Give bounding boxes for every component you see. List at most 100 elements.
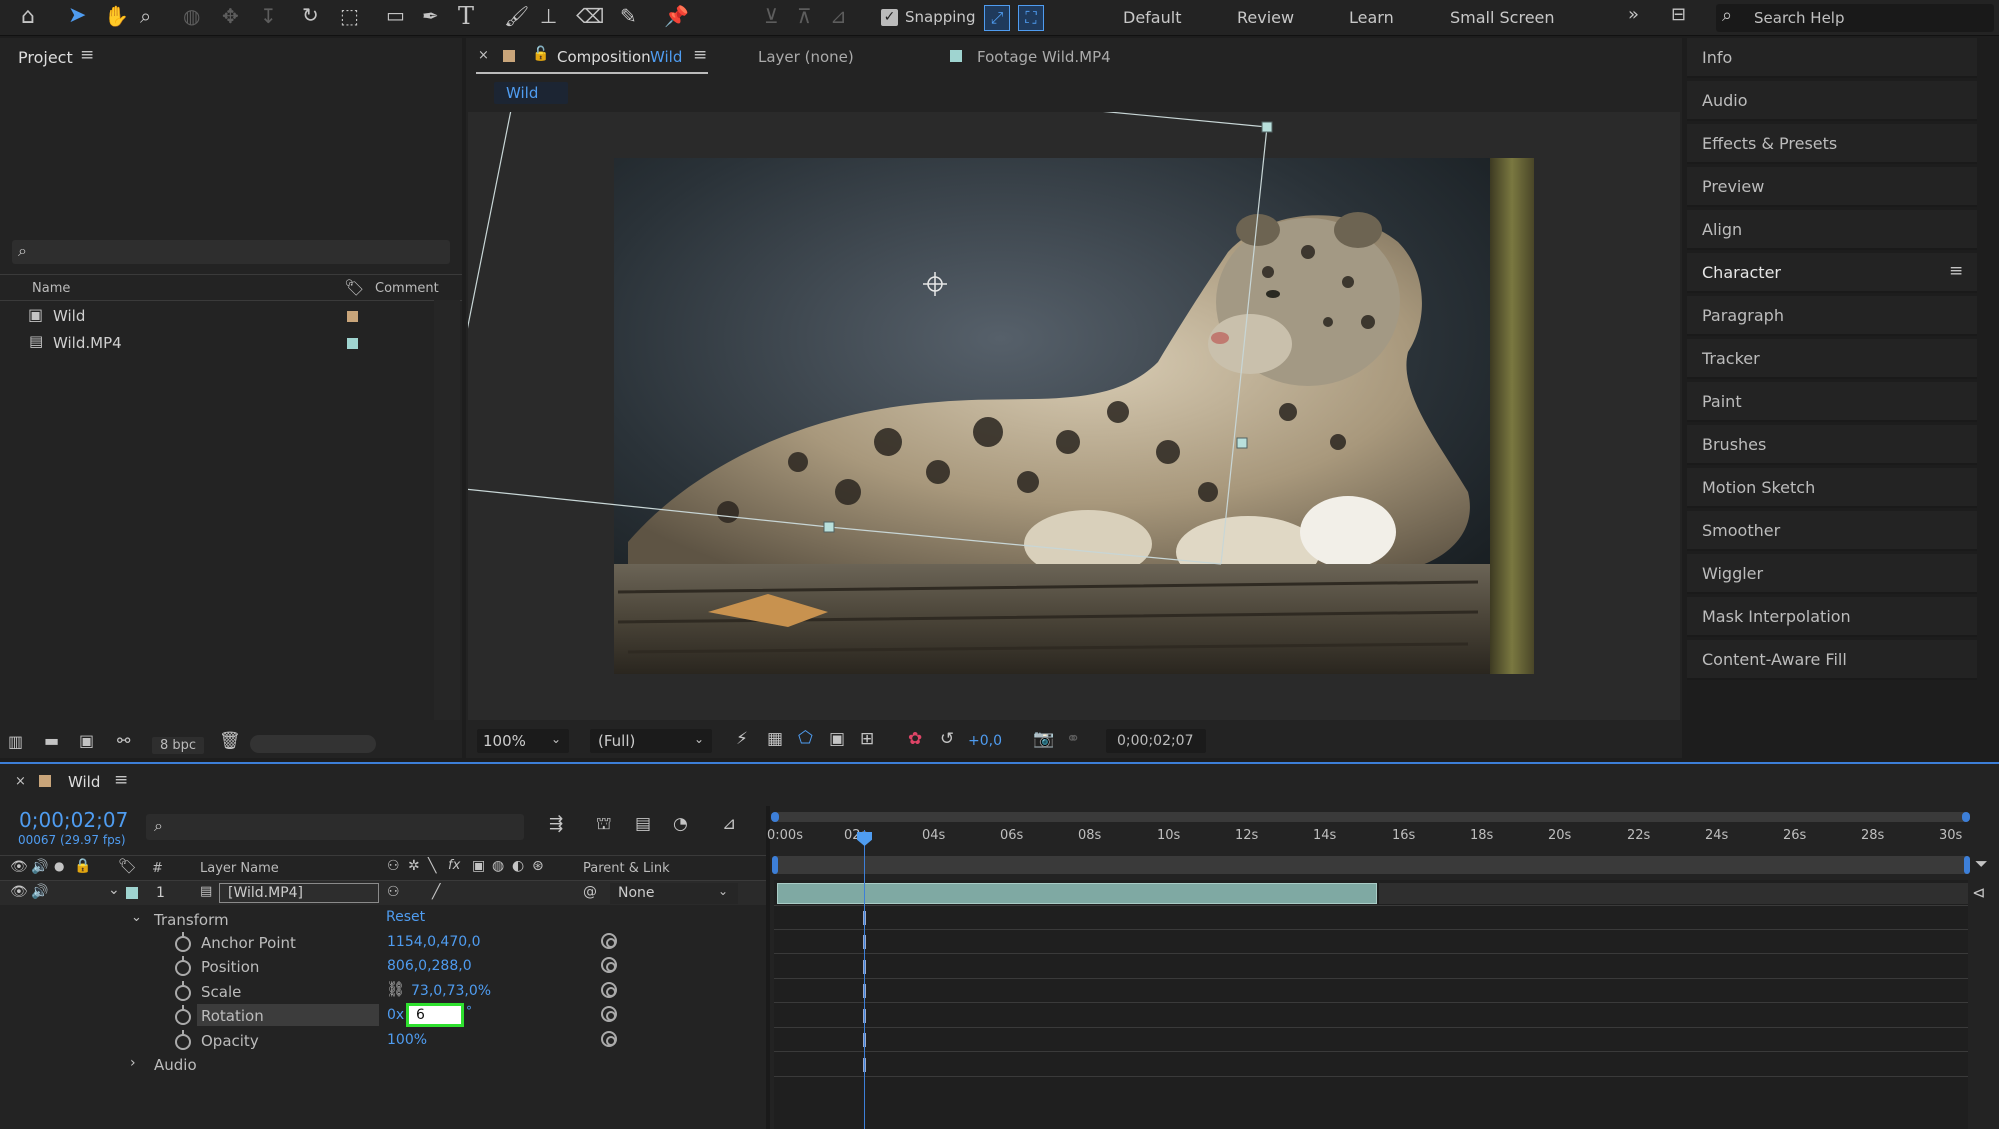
timeline-timecode[interactable]: 0;00;02;07 [19, 808, 128, 832]
project-scrollbar[interactable] [434, 300, 460, 720]
thumbnail-slider[interactable] [250, 735, 376, 753]
opacity-value[interactable]: 100% [387, 1032, 427, 1048]
panel-menu-icon[interactable]: ≡ [80, 47, 94, 64]
chevron-down-icon[interactable]: ⌄ [108, 883, 120, 897]
expression-pickwhip-icon[interactable] [601, 1031, 617, 1047]
work-area-start[interactable] [771, 812, 779, 822]
stopwatch-icon[interactable] [175, 1005, 191, 1025]
comp-marker-bin-icon[interactable]: ⏷ [1975, 856, 1988, 872]
exposure-value[interactable]: +0,0 [968, 733, 1002, 749]
expression-pickwhip-icon[interactable] [601, 957, 617, 973]
chevron-double-right-icon[interactable]: » [1628, 6, 1639, 24]
preview-panel[interactable]: Preview [1687, 167, 1977, 207]
project-col-name[interactable]: Name [32, 281, 70, 296]
pickwhip-icon[interactable]: @ [583, 885, 597, 899]
wiggler-panel[interactable]: Wiggler [1687, 554, 1977, 594]
position-value[interactable]: 806,0,288,0 [387, 958, 472, 974]
close-icon[interactable]: × [15, 775, 26, 788]
zoom-tool-icon[interactable]: ⌕ [140, 6, 151, 26]
axis-view-icon[interactable]: ⊿ [830, 6, 847, 26]
adjustment-switch-icon[interactable]: ◐ [512, 859, 524, 873]
close-icon[interactable]: × [478, 49, 489, 62]
layer-name-field[interactable]: [Wild.MP4] [219, 883, 379, 903]
chevron-down-icon[interactable]: ⌄ [131, 911, 142, 924]
clone-stamp-icon[interactable]: ⊥ [540, 6, 557, 26]
audio-group-label[interactable]: Audio [154, 1056, 197, 1074]
work-area-end[interactable] [1962, 812, 1970, 822]
current-time-indicator[interactable] [864, 830, 865, 1129]
layer-duration-bar[interactable] [777, 883, 1377, 904]
video-visibility-icon[interactable]: 👁 [10, 860, 28, 874]
lock-icon[interactable]: 🔓 [532, 47, 549, 61]
project-item-row[interactable]: ▤ Wild.MP4 [0, 330, 432, 356]
brush-tool-icon[interactable]: 🖌 [504, 6, 529, 26]
roto-brush-icon[interactable]: ✎ [620, 6, 637, 26]
shy-switch-icon[interactable]: ⚇ [387, 885, 400, 899]
rectangle-tool-icon[interactable]: ▭ [386, 5, 405, 25]
rotation-revolutions[interactable]: 0x [387, 1007, 404, 1023]
snap-features-button[interactable]: ⛶ [1018, 5, 1044, 31]
resolution-dropdown[interactable]: (Full) ⌄ [590, 729, 712, 753]
mask-path-visibility-icon[interactable]: ⬠ [798, 730, 813, 747]
snapping-checkbox[interactable]: ✓ [881, 9, 898, 26]
character-panel[interactable]: Character ≡ [1687, 253, 1977, 293]
panel-menu-icon[interactable]: ≡ [1949, 263, 1963, 280]
snap-edges-button[interactable]: ⤢ [984, 5, 1010, 31]
new-composition-icon[interactable]: ▣ [79, 733, 94, 749]
workspace-panel-icon[interactable]: ⊟ [1671, 6, 1686, 24]
axis-world-icon[interactable]: ⊼ [797, 6, 812, 26]
color-channels-icon[interactable]: ✿ [908, 731, 922, 748]
reset-exposure-icon[interactable]: ↺ [940, 731, 954, 748]
label-tag-icon[interactable]: 🏷 [118, 859, 137, 874]
hand-tool-icon[interactable]: ✋ [104, 6, 129, 26]
pan-camera-icon[interactable]: ✥ [222, 6, 239, 26]
tracker-panel[interactable]: Tracker [1687, 339, 1977, 379]
project-panel-title[interactable]: Project [18, 48, 73, 67]
stopwatch-icon[interactable] [175, 1030, 191, 1050]
shy-switch-icon[interactable]: ⚇ [387, 859, 400, 873]
comp-breadcrumb[interactable]: Wild [494, 82, 568, 104]
workspace-review[interactable]: Review [1237, 8, 1294, 27]
show-snapshot-icon[interactable]: ⚭ [1066, 731, 1080, 748]
layer-label-swatch[interactable] [126, 887, 138, 899]
solo-icon[interactable]: ● [54, 860, 64, 872]
panel-menu-icon[interactable]: ≡ [114, 772, 128, 789]
pen-tool-icon[interactable]: ✒ [422, 6, 439, 26]
frame-blend-switch-icon[interactable]: ▣ [472, 859, 485, 873]
motion-blur-switch-icon[interactable]: ◍ [492, 859, 504, 873]
dependencies-icon[interactable]: ⚯ [117, 733, 130, 749]
navigator-end[interactable] [1964, 856, 1970, 874]
audio-icon[interactable]: 🔊 [31, 860, 48, 874]
composition-tab-prefix[interactable]: Composition [557, 48, 651, 66]
3d-switch-icon[interactable]: ⊛ [532, 859, 544, 873]
track-area[interactable] [774, 880, 1968, 1129]
transparency-grid-icon[interactable]: ▦ [767, 731, 783, 748]
work-area-bar[interactable] [771, 812, 1970, 822]
constrain-proportions-link-icon[interactable]: ⛓ [386, 982, 405, 997]
new-folder-icon[interactable]: ▬ [44, 733, 59, 749]
snapshot-camera-icon[interactable]: 📷 [1033, 731, 1054, 748]
collapse-switch-icon[interactable]: ✲ [408, 859, 420, 873]
bpc-label[interactable]: 8 bpc [152, 737, 205, 754]
project-item-row[interactable]: ▣ Wild [0, 303, 432, 329]
scale-value[interactable]: 73,0,73,0% [411, 983, 491, 999]
timeline-comp-name[interactable]: Wild [68, 773, 100, 791]
composition-tab-name[interactable]: Wild [650, 48, 682, 66]
fast-previews-icon[interactable]: ⚡ [736, 731, 748, 748]
label-tag-icon[interactable]: 🏷 [344, 280, 364, 296]
region-of-interest-icon[interactable]: ▣ [829, 731, 845, 748]
dolly-camera-icon[interactable]: ↧ [260, 6, 277, 26]
orbit-camera-icon[interactable]: ◍ [183, 6, 200, 26]
quality-switch-icon[interactable]: ╲ [428, 859, 436, 873]
expression-pickwhip-icon[interactable] [601, 933, 617, 949]
paint-panel[interactable]: Paint [1687, 382, 1977, 422]
effects-presets-panel[interactable]: Effects & Presets [1687, 124, 1977, 164]
parent-dropdown[interactable]: None ⌄ [610, 883, 738, 904]
expression-pickwhip-icon[interactable] [601, 982, 617, 998]
align-panel[interactable]: Align [1687, 210, 1977, 250]
lock-icon[interactable]: 🔒 [74, 859, 91, 873]
grid-guides-icon[interactable]: ⊞ [860, 731, 874, 748]
draft-3d-icon[interactable]: ⛫ [596, 816, 612, 833]
info-panel[interactable]: Info [1687, 38, 1977, 78]
stopwatch-icon[interactable] [175, 981, 191, 1001]
